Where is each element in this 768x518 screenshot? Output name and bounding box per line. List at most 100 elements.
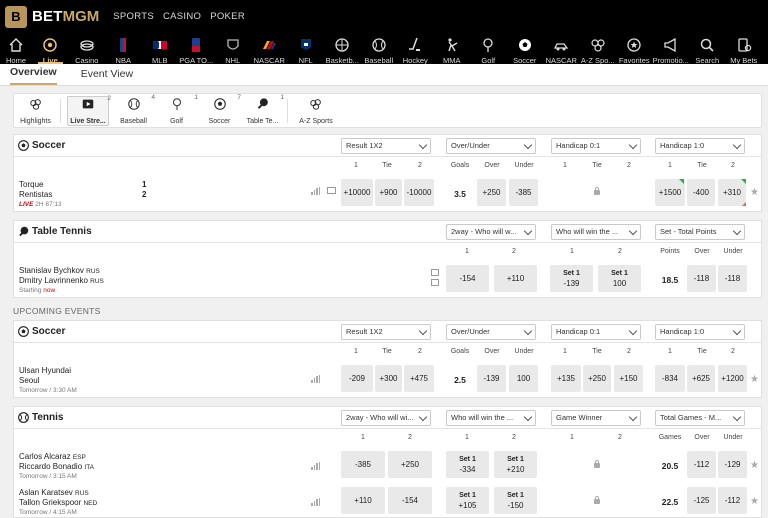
market-dropdown[interactable]: Set - Total Points [655,224,745,240]
sport-nav-item-hockey[interactable]: Hockey [397,33,434,65]
sport-nav-item-promotio[interactable]: Promotio... [653,33,690,65]
odds-button[interactable]: -125 [687,487,716,514]
odds-button[interactable]: +250 [477,179,506,206]
sport-nav-item-mma[interactable]: MMA [434,33,471,65]
market-dropdown[interactable]: Handicap 0:1 [551,138,641,154]
market-dropdown[interactable]: Result 1X2 [341,138,431,154]
market-dropdown[interactable]: 2way - Who will wi... [341,410,431,426]
column-header: Over [694,434,710,441]
filter-live-stre[interactable]: Live Stre... 2 [67,95,111,126]
match-time: Tomorrow / 4:15 AM [19,509,77,516]
sport-nav-item-nascar[interactable]: NASCAR [251,33,288,65]
tv-icon[interactable] [327,187,336,194]
odds-button[interactable]: Set 1 -334 [446,451,489,478]
sport-nav-item-nascar[interactable]: NASCAR [543,33,580,65]
odds-button[interactable]: Set 1 +105 [446,487,489,514]
odds-button[interactable]: -400 [687,179,715,206]
market-dropdown[interactable]: Handicap 1:0 [655,324,745,340]
odds-button[interactable]: +135 [551,365,581,392]
market-dropdown[interactable]: Total Games - M... [655,410,745,426]
favorite-star-icon[interactable]: ★ [750,496,759,507]
sport-nav-item-golf[interactable]: Golf [470,33,507,65]
sport-nav-item-casino[interactable]: Casino [69,33,106,65]
sport-nav-item-favorites[interactable]: Favorites [616,33,653,65]
market-dropdown[interactable]: Handicap 0:1 [551,324,641,340]
sport-nav-item-nfl[interactable]: NFL [288,33,325,65]
odds-button[interactable]: -10000 [404,179,434,206]
odds-button[interactable]: 100 [509,365,538,392]
odds-button[interactable]: -112 [687,451,716,478]
market-dropdown[interactable]: Over/Under [446,138,536,154]
filter-a-z-sports[interactable]: A-Z Sports [294,96,338,126]
odds-button[interactable]: +300 [375,365,402,392]
odds-button[interactable]: Set 1 +210 [494,451,537,478]
sport-nav-item-a-z-spo[interactable]: A-Z Spo... [580,33,617,65]
column-header: Over [484,162,500,169]
market-dropdown[interactable]: Result 1X2 [341,324,431,340]
market-dropdown[interactable]: 2way - Who will w... [446,224,536,240]
odds-button[interactable]: -118 [718,265,747,292]
sport-nav-item-nba[interactable]: NBA [105,33,142,65]
odds-button[interactable]: +475 [404,365,434,392]
statistics-icon[interactable] [311,498,320,506]
odds-button[interactable]: -154 [446,265,489,292]
sport-nav-item-live[interactable]: Live [32,33,69,65]
filter-baseball[interactable]: Baseball 4 [115,94,155,126]
market-dropdown[interactable]: Over/Under [446,324,536,340]
odds-button[interactable]: +110 [341,487,385,514]
odds-button[interactable]: +625 [687,365,715,392]
statistics-icon[interactable] [311,462,320,470]
scoreboard-icon[interactable] [431,279,439,286]
odds-button[interactable]: -385 [341,451,385,478]
odds-button[interactable]: Set 1 100 [598,265,641,292]
sport-nav-item-baseball[interactable]: Baseball [361,33,398,65]
nav-sports[interactable]: SPORTS [113,11,154,22]
market-dropdown[interactable]: Who will win the ... [551,224,641,240]
sport-nav-item-soccer[interactable]: Soccer [507,33,544,65]
odds-button[interactable]: +1200 [718,365,747,392]
sport-nav-item-search[interactable]: Search [689,33,726,65]
odds-button[interactable]: -385 [509,179,538,206]
odds-button[interactable]: -209 [341,365,373,392]
odds-button[interactable]: -129 [718,451,747,478]
filter-highlights[interactable]: Highlights [17,96,54,126]
market-dropdown[interactable]: Game Winner [551,410,641,426]
nav-casino[interactable]: CASINO [163,11,201,22]
betmgm-logo[interactable]: B BET MGM [5,5,99,28]
sport-nav-item-mlb[interactable]: MLB [142,33,179,65]
odds-button[interactable]: +110 [494,265,537,292]
odds-button[interactable]: Set 1 -139 [550,265,593,292]
tab-overview[interactable]: Overview [10,66,57,85]
market-dropdown[interactable]: Who will win the ... [446,410,536,426]
odds-button[interactable]: -834 [655,365,685,392]
market-dropdown[interactable]: Handicap 1:0 [655,138,745,154]
odds-button[interactable]: -118 [687,265,716,292]
sport-nav-item-basketb[interactable]: Basketb... [324,33,361,65]
chevron-down-icon [628,226,638,236]
sport-nav-item-pga-to[interactable]: PGA TO... [178,33,215,65]
odds-button[interactable]: +150 [614,365,643,392]
odds-button[interactable]: -112 [718,487,747,514]
tv-icon[interactable] [431,269,439,276]
sport-nav-item-my-bets[interactable]: My Bets [726,33,763,65]
favorite-star-icon[interactable]: ★ [750,460,759,471]
filter-soccer[interactable]: Soccer 7 [201,94,241,126]
odds-button[interactable]: +10000 [341,179,373,206]
nav-poker[interactable]: POKER [210,11,245,22]
favorite-star-icon[interactable]: ★ [750,187,759,198]
odds-value: 100 [612,278,627,288]
statistics-icon[interactable] [311,375,320,383]
odds-button[interactable]: -139 [477,365,506,392]
odds-button[interactable]: +250 [388,451,432,478]
sport-nav-item-nhl[interactable]: NHL [215,33,252,65]
sport-nav-item-home[interactable]: Home [0,33,32,65]
favorite-star-icon[interactable]: ★ [750,374,759,385]
odds-button[interactable]: +250 [583,365,611,392]
odds-button[interactable]: Set 1 -150 [494,487,537,514]
odds-button[interactable]: +900 [375,179,402,206]
tab-event-view[interactable]: Event View [81,68,133,85]
filter-golf[interactable]: Golf 1 [158,94,198,126]
statistics-icon[interactable] [311,187,320,195]
filter-table-te[interactable]: Table Te... 1 [244,94,284,126]
odds-button[interactable]: -154 [388,487,432,514]
